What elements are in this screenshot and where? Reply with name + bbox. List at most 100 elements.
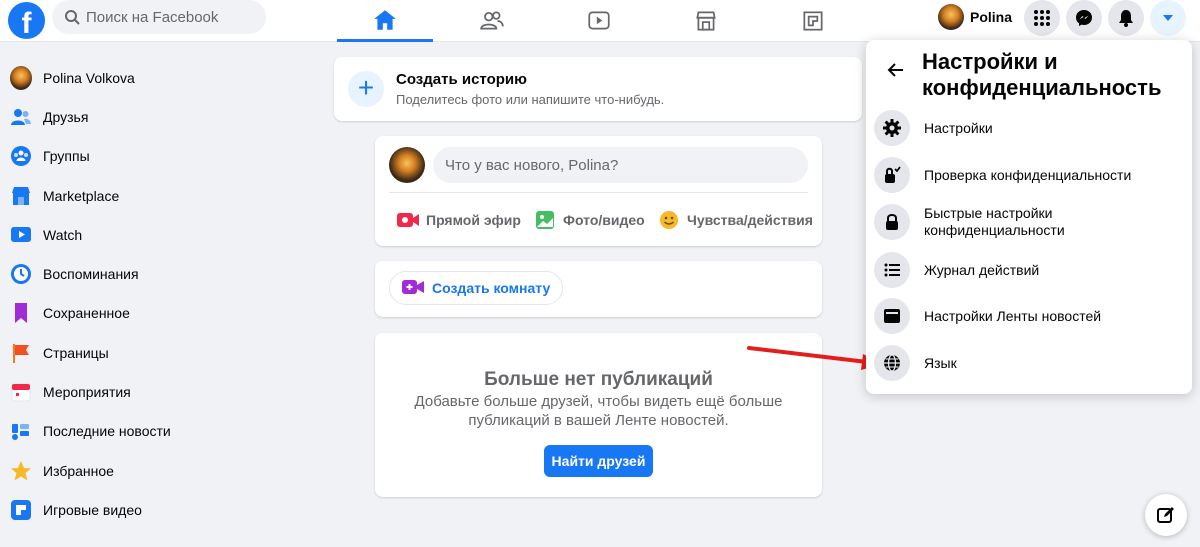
dropdown-item-label: Настройки Ленты новостей [924, 307, 1102, 324]
bell-icon [1119, 10, 1133, 27]
dropdown-item-label: Настройки [924, 119, 993, 136]
lock-check-icon [874, 157, 910, 193]
new-message-button[interactable] [1145, 494, 1187, 536]
sidebar-item-label: Игровые видео [43, 501, 142, 518]
friends-icon [480, 11, 504, 30]
back-button[interactable] [882, 56, 910, 84]
feed-icon [874, 298, 910, 334]
post-composer: Что у вас нового, Polina? Прямой эфир Фо… [375, 136, 822, 246]
caret-down-icon [1163, 15, 1173, 21]
live-video-button[interactable]: Прямой эфир [397, 206, 521, 234]
list-icon [874, 252, 910, 288]
divider [389, 192, 808, 193]
watch-icon [588, 11, 610, 30]
groups-icon [10, 145, 32, 167]
sidebar-item-label: Мероприятия [43, 384, 131, 401]
tab-watch[interactable] [551, 0, 647, 42]
dropdown-item-language[interactable]: Язык [874, 345, 1184, 381]
news-icon [10, 420, 32, 442]
sidebar-item-label: Watch [43, 226, 83, 243]
saved-icon [10, 302, 32, 324]
sidebar-item-groups[interactable]: Группы [0, 137, 300, 176]
annotation-arrow-icon [747, 346, 883, 370]
profile-chip[interactable]: Polina [932, 2, 1018, 32]
tab-gaming[interactable] [765, 0, 861, 42]
sidebar-item-label: Группы [43, 148, 90, 165]
dropdown-item-label: Журнал действий [924, 261, 1040, 278]
sidebar-item-profile[interactable]: Polina Volkova [0, 58, 300, 97]
live-video-icon [397, 210, 419, 230]
gaming-icon [803, 11, 823, 31]
memories-icon [10, 263, 32, 285]
tab-friends[interactable] [444, 0, 540, 42]
feeling-activity-button[interactable]: Чувства/действия [658, 206, 813, 234]
video-room-icon [402, 279, 424, 297]
grid-menu-icon [1034, 10, 1050, 26]
watch-icon [10, 224, 32, 246]
account-menu-button[interactable] [1150, 0, 1186, 36]
home-icon [374, 9, 396, 30]
feeling-activity-label: Чувства/действия [687, 212, 813, 228]
settings-privacy-dropdown: Настройки и конфиденциальность Настройки… [866, 40, 1192, 394]
create-story-card[interactable]: + Создать историю Поделитесь фото или на… [334, 57, 862, 121]
sidebar-item-label: Последние новости [43, 423, 171, 440]
search-icon [65, 10, 80, 25]
tab-marketplace[interactable] [658, 0, 754, 42]
sidebar-item-label: Marketplace [43, 187, 120, 204]
globe-icon [874, 345, 910, 381]
find-friends-button[interactable]: Найти друзей [544, 445, 653, 477]
live-video-label: Прямой эфир [426, 212, 521, 228]
create-room-button[interactable]: Создать комнату [389, 271, 564, 305]
dropdown-item-quick-privacy[interactable]: Быстрые настройки конфиденциальности [874, 204, 1184, 240]
sidebar-item-gaming-video[interactable]: Игровые видео [0, 490, 300, 529]
dropdown-item-privacy-checkup[interactable]: Проверка конфиденциальности [874, 157, 1184, 193]
create-story-subtitle: Поделитесь фото или напишите что-нибудь. [396, 92, 665, 107]
create-story-title: Создать историю [396, 71, 527, 88]
lock-icon [874, 204, 910, 240]
sidebar-item-memories[interactable]: Воспоминания [0, 254, 300, 293]
gaming-video-icon [10, 499, 32, 521]
whats-new-input[interactable]: Что у вас нового, Polina? [433, 147, 808, 183]
sidebar-item-favorites[interactable]: Избранное [0, 451, 300, 490]
sidebar-item-news[interactable]: Последние новости [0, 412, 300, 451]
plus-icon: + [348, 71, 384, 107]
sidebar-item-label: Страницы [43, 344, 109, 361]
search-box[interactable] [52, 0, 266, 34]
smiley-icon [658, 210, 680, 230]
menu-button[interactable] [1024, 0, 1060, 36]
friends-icon [10, 106, 32, 128]
sidebar-item-saved[interactable]: Сохраненное [0, 294, 300, 333]
sidebar-item-label: Воспоминания [43, 266, 139, 283]
sidebar-item-marketplace[interactable]: Marketplace [0, 176, 300, 215]
photo-video-button[interactable]: Фото/видео [534, 206, 645, 234]
tab-home[interactable] [337, 0, 433, 42]
facebook-logo-icon[interactable]: f [8, 2, 45, 39]
sidebar-item-friends[interactable]: Друзья [0, 97, 300, 136]
avatar [10, 65, 32, 90]
dropdown-item-settings[interactable]: Настройки [874, 110, 1184, 146]
gear-icon [874, 110, 910, 146]
sidebar-item-pages[interactable]: Страницы [0, 333, 300, 372]
star-icon [10, 460, 32, 482]
events-icon [10, 381, 32, 403]
avatar [938, 4, 964, 30]
messenger-button[interactable] [1066, 0, 1102, 36]
empty-feed-text: Добавьте больше друзей, чтобы видеть ещё… [414, 393, 783, 429]
photo-icon [534, 210, 556, 230]
marketplace-icon [696, 11, 716, 31]
photo-video-label: Фото/видео [563, 212, 645, 228]
notifications-button[interactable] [1108, 0, 1144, 36]
sidebar-item-label: Друзья [43, 108, 89, 125]
room-card: Создать комнату [375, 261, 822, 317]
pages-icon [10, 342, 32, 364]
sidebar-item-watch[interactable]: Watch [0, 215, 300, 254]
marketplace-icon [10, 185, 32, 207]
dropdown-item-label: Язык [924, 354, 957, 371]
dropdown-item-news-feed-settings[interactable]: Настройки Ленты новостей [874, 298, 1184, 334]
sidebar-item-events[interactable]: Мероприятия [0, 372, 300, 411]
search-input[interactable] [86, 8, 256, 26]
left-sidebar: Polina Volkova Друзья Группы Marketplace… [0, 58, 300, 530]
sidebar-item-label: Избранное [43, 462, 114, 479]
dropdown-item-label: Проверка конфиденциальности [924, 166, 1132, 183]
dropdown-item-activity-log[interactable]: Журнал действий [874, 252, 1184, 288]
